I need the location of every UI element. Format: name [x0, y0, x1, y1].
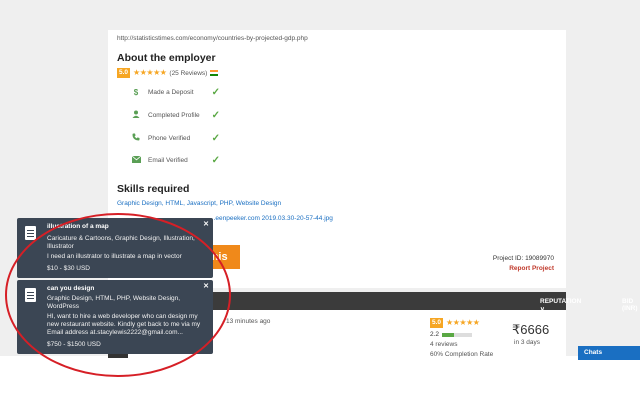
close-icon[interactable]: ✕ — [203, 220, 209, 228]
check-icon: ✓ — [211, 154, 220, 166]
phone-icon — [130, 133, 142, 143]
check-icon: ✓ — [211, 132, 220, 144]
bid-time: · 13 minutes ago — [222, 318, 271, 325]
bid-column-header: BID (INR) — [622, 298, 638, 312]
skills-list[interactable]: Graphic Design, HTML, Javascript, PHP, W… — [117, 200, 281, 207]
india-flag-icon — [210, 70, 219, 76]
report-project-link[interactable]: Report Project — [509, 265, 554, 272]
employer-heading: About the employer — [117, 52, 216, 64]
freelancer-reputation: 5.0 ★★★★★ 2.2 4 reviews 60% Completion R… — [430, 318, 493, 358]
review-count: (25 Reviews) — [169, 69, 208, 77]
user-icon — [130, 110, 142, 120]
check-icon: ✓ — [211, 109, 220, 121]
star-icons: ★★★★★ — [133, 68, 167, 77]
rating-badge: 5.0 — [430, 318, 444, 328]
verification-profile: Completed Profile ✓ — [130, 109, 220, 121]
rating-badge: 5.0 — [117, 68, 131, 78]
highlight-circle — [5, 213, 231, 377]
chats-button[interactable]: Chats — [578, 346, 640, 360]
project-id: Project ID: 19089970 — [492, 255, 554, 262]
employer-rating: 5.0 ★★★★★ (25 Reviews) — [117, 68, 219, 78]
reputation-score: 2.2 — [430, 331, 440, 338]
attachment-link[interactable]: ...eenpeeker.com 2019.03.30-20-57-44.jpg — [210, 215, 333, 222]
dollar-icon: $ — [133, 87, 139, 97]
verification-email: Email Verified ✓ — [130, 154, 220, 166]
skills-heading: Skills required — [117, 183, 190, 195]
review-count: 4 reviews — [430, 341, 458, 348]
verification-deposit: $ Made a Deposit ✓ — [130, 86, 220, 98]
star-icons: ★★★★★ — [446, 318, 480, 327]
email-icon — [130, 155, 142, 165]
project-link[interactable]: http://statisticstimes.com/economy/count… — [117, 35, 308, 42]
completion-rate: 60% Completion Rate — [430, 351, 494, 358]
bid-delivery: in 3 days — [514, 339, 541, 346]
verification-phone: Phone Verified ✓ — [130, 132, 220, 144]
check-icon: ✓ — [211, 86, 220, 98]
bid-amount: ₹6666 — [512, 322, 550, 337]
reputation-bar — [442, 332, 473, 337]
document-icon — [25, 226, 36, 240]
